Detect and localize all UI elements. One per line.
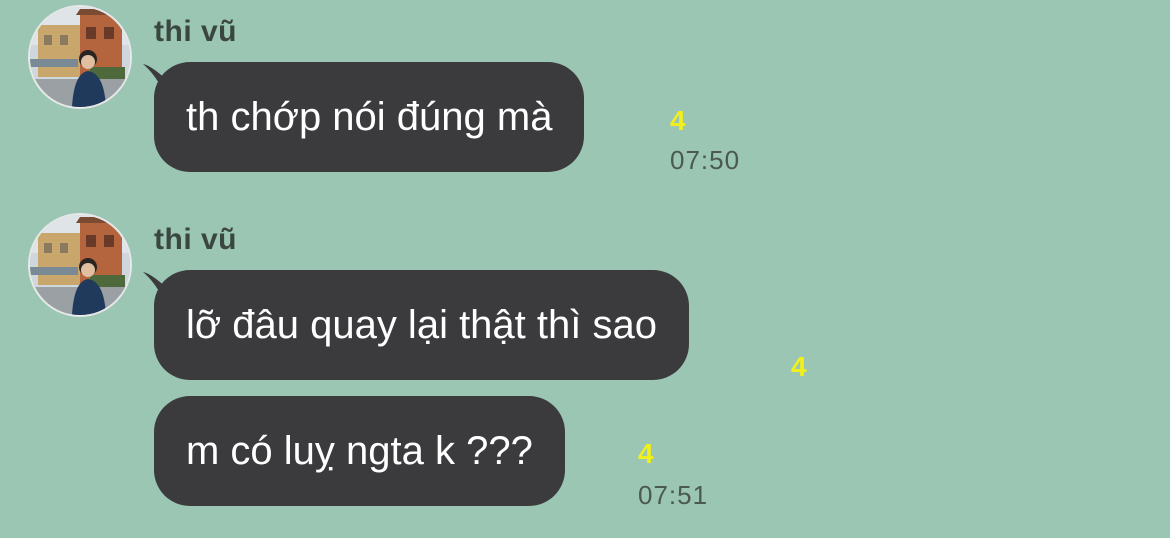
message-time: 07:51 — [638, 480, 709, 510]
message-time: 07:50 — [670, 145, 741, 175]
read-count: 4 — [791, 351, 807, 382]
avatar[interactable] — [30, 215, 130, 315]
avatar[interactable] — [30, 7, 130, 107]
read-count: 4 — [670, 105, 686, 136]
avatar-photo — [30, 7, 130, 107]
sender-name: thi vũ — [154, 223, 237, 256]
message-bubble[interactable]: th chớp nói đúng mà — [154, 62, 585, 172]
message-bubble[interactable]: lỡ đâu quay lại thật thì sao — [154, 270, 689, 380]
message-bubble[interactable]: m có luỵ ngta k ??? — [154, 396, 565, 506]
read-count: 4 — [638, 438, 654, 469]
sender-name: thi vũ — [154, 15, 237, 48]
avatar-photo — [30, 215, 130, 315]
